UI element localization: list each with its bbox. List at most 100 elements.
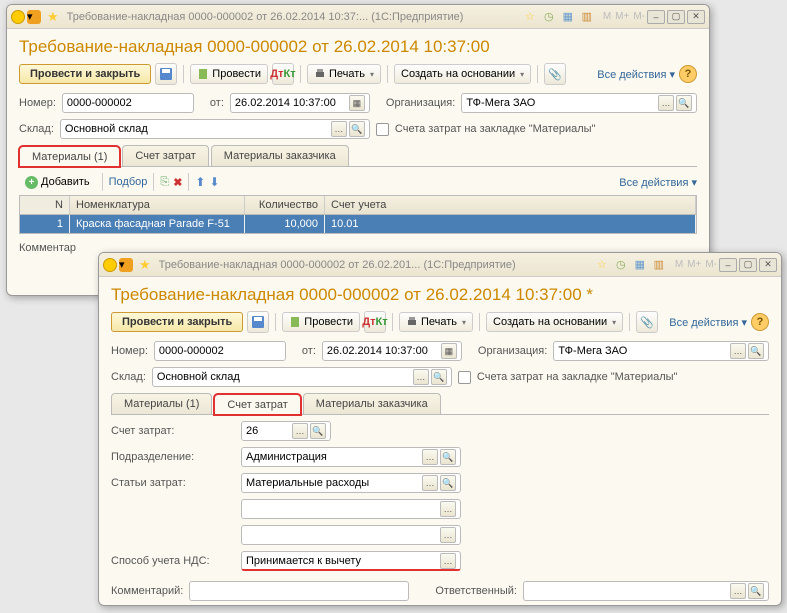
input-empty1[interactable]: … bbox=[241, 499, 461, 519]
row-store: Склад: Основной склад…🔍 Счета затрат на … bbox=[111, 367, 769, 387]
all-actions-link[interactable]: Все действия ▾ bbox=[669, 316, 747, 329]
select-icon[interactable]: … bbox=[440, 553, 456, 569]
help-button[interactable]: ? bbox=[679, 65, 697, 83]
move-up-icon[interactable]: ⬆ bbox=[195, 175, 205, 189]
calc-icon[interactable]: ▦ bbox=[632, 257, 648, 273]
save-button[interactable] bbox=[155, 63, 177, 85]
checkbox-costaccounts[interactable] bbox=[458, 371, 471, 384]
pick-link[interactable]: Подбор bbox=[109, 176, 148, 188]
post-button[interactable]: Провести bbox=[282, 312, 360, 332]
fav-icon[interactable]: ☆ bbox=[594, 257, 610, 273]
search-icon[interactable]: 🔍 bbox=[748, 343, 764, 359]
col-quantity[interactable]: Количество bbox=[245, 196, 325, 214]
post-button[interactable]: Провести bbox=[190, 64, 268, 84]
input-date[interactable]: 26.02.2014 10:37:00▦ bbox=[322, 341, 462, 361]
close-button[interactable]: ✕ bbox=[759, 258, 777, 272]
calendar-icon[interactable]: ▥ bbox=[579, 9, 595, 25]
all-actions-grid-link[interactable]: Все действия ▾ bbox=[619, 176, 697, 189]
input-vat[interactable]: Принимается к вычету… bbox=[241, 551, 461, 571]
search-icon[interactable]: 🔍 bbox=[440, 449, 456, 465]
dropdown-icon[interactable]: ▾ bbox=[27, 10, 41, 24]
row-footer: Комментарий: Ответственный: …🔍 bbox=[111, 581, 769, 601]
input-org[interactable]: ТФ-Мега ЗАО…🔍 bbox=[461, 93, 697, 113]
minimize-button[interactable]: – bbox=[719, 258, 737, 272]
print-button[interactable]: Печать▾ bbox=[307, 64, 381, 84]
fav-icon[interactable]: ☆ bbox=[522, 9, 538, 25]
select-icon[interactable]: … bbox=[730, 583, 746, 599]
calendar-icon[interactable]: ▥ bbox=[651, 257, 667, 273]
input-org[interactable]: ТФ-Мега ЗАО…🔍 bbox=[553, 341, 769, 361]
input-number[interactable]: 0000-000002 bbox=[154, 341, 286, 361]
history-icon[interactable]: ◷ bbox=[541, 9, 557, 25]
input-comment[interactable] bbox=[189, 581, 409, 601]
select-icon[interactable]: … bbox=[422, 475, 438, 491]
label-org: Организация: bbox=[386, 97, 455, 109]
post-and-close-button[interactable]: Провести и закрыть bbox=[19, 64, 151, 84]
minimize-button[interactable]: – bbox=[647, 10, 665, 24]
tab-costaccount[interactable]: Счет затрат bbox=[122, 145, 208, 166]
input-costacc[interactable]: 26…🔍 bbox=[241, 421, 331, 441]
print-button[interactable]: Печать▾ bbox=[399, 312, 473, 332]
search-icon[interactable]: 🔍 bbox=[349, 121, 365, 137]
move-down-icon[interactable]: ⬇ bbox=[209, 175, 219, 189]
all-actions-link[interactable]: Все действия ▾ bbox=[597, 68, 675, 81]
tab-customer-materials[interactable]: Материалы заказчика bbox=[211, 145, 349, 166]
input-number[interactable]: 0000-000002 bbox=[62, 93, 194, 113]
maximize-button[interactable]: ▢ bbox=[667, 10, 685, 24]
input-store[interactable]: Основной склад…🔍 bbox=[60, 119, 370, 139]
input-store[interactable]: Основной склад…🔍 bbox=[152, 367, 452, 387]
search-icon[interactable]: 🔍 bbox=[440, 475, 456, 491]
select-icon[interactable]: … bbox=[440, 501, 456, 517]
date-picker-icon[interactable]: ▦ bbox=[349, 95, 365, 111]
save-button[interactable] bbox=[247, 311, 269, 333]
dtkt-button[interactable]: ДтКт bbox=[272, 63, 294, 85]
search-icon[interactable]: 🔍 bbox=[748, 583, 764, 599]
window-controls: – ▢ ✕ bbox=[719, 258, 777, 272]
select-icon[interactable]: … bbox=[440, 527, 456, 543]
col-n[interactable]: N bbox=[20, 196, 70, 214]
col-nomenclature[interactable]: Номенклатура bbox=[70, 196, 245, 214]
input-date[interactable]: 26.02.2014 10:37:00▦ bbox=[230, 93, 370, 113]
search-icon[interactable]: 🔍 bbox=[676, 95, 692, 111]
input-dept[interactable]: Администрация…🔍 bbox=[241, 447, 461, 467]
select-icon[interactable]: … bbox=[422, 449, 438, 465]
input-article[interactable]: Материальные расходы…🔍 bbox=[241, 473, 461, 493]
m-minus-label: M- bbox=[631, 11, 647, 22]
create-based-button[interactable]: Создать на основании▾ bbox=[486, 312, 623, 332]
create-based-button[interactable]: Создать на основании▾ bbox=[394, 64, 531, 84]
tab-materials[interactable]: Материалы (1) bbox=[19, 146, 120, 167]
calc-icon[interactable]: ▦ bbox=[560, 9, 576, 25]
select-icon[interactable]: … bbox=[730, 343, 746, 359]
attachment-button[interactable]: 📎 bbox=[544, 63, 566, 85]
delete-icon[interactable]: ✖ bbox=[173, 176, 182, 189]
history-icon[interactable]: ◷ bbox=[613, 257, 629, 273]
search-icon[interactable]: 🔍 bbox=[310, 423, 326, 439]
date-picker-icon[interactable]: ▦ bbox=[441, 343, 457, 359]
star-icon[interactable]: ★ bbox=[47, 9, 59, 25]
star-icon[interactable]: ★ bbox=[139, 257, 151, 273]
table-row[interactable]: 1 Краска фасадная Parade F-51 10,000 10.… bbox=[20, 215, 696, 233]
checkbox-costaccounts[interactable] bbox=[376, 123, 389, 136]
tab-costaccount[interactable]: Счет затрат bbox=[214, 394, 300, 415]
cell-n: 1 bbox=[20, 215, 70, 233]
dropdown-icon[interactable]: ▾ bbox=[119, 258, 133, 272]
help-button[interactable]: ? bbox=[751, 313, 769, 331]
tab-materials[interactable]: Материалы (1) bbox=[111, 393, 212, 414]
close-button[interactable]: ✕ bbox=[687, 10, 705, 24]
copy-icon[interactable]: ⎘ bbox=[160, 176, 169, 189]
dtkt-button[interactable]: ДтКт bbox=[364, 311, 386, 333]
tab-customer-materials[interactable]: Материалы заказчика bbox=[303, 393, 441, 414]
attachment-button[interactable]: 📎 bbox=[636, 311, 658, 333]
select-icon[interactable]: … bbox=[658, 95, 674, 111]
select-icon[interactable]: … bbox=[292, 423, 308, 439]
post-and-close-button[interactable]: Провести и закрыть bbox=[111, 312, 243, 332]
col-account[interactable]: Счет учета bbox=[325, 196, 696, 214]
input-responsible[interactable]: …🔍 bbox=[523, 581, 769, 601]
select-icon[interactable]: … bbox=[413, 369, 429, 385]
select-icon[interactable]: … bbox=[331, 121, 347, 137]
search-icon[interactable]: 🔍 bbox=[431, 369, 447, 385]
row-dept: Подразделение: Администрация…🔍 bbox=[111, 447, 769, 467]
input-empty2[interactable]: … bbox=[241, 525, 461, 545]
add-button[interactable]: +Добавить bbox=[19, 174, 96, 191]
maximize-button[interactable]: ▢ bbox=[739, 258, 757, 272]
